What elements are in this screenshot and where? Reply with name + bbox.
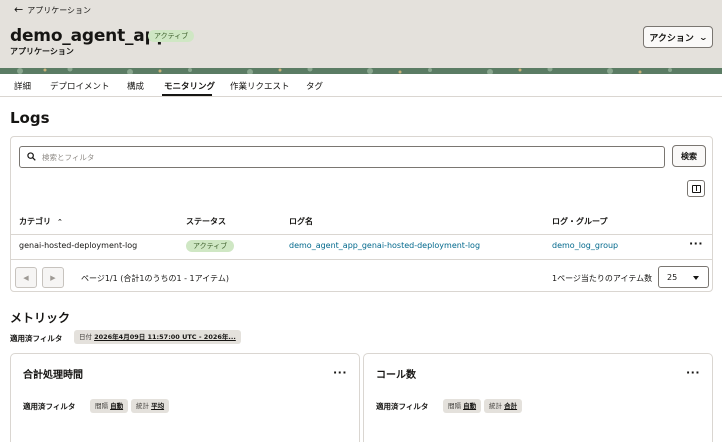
chip-key: 間隔 (448, 402, 461, 410)
logs-panel: 検索 カテゴリ ⌃ ステータス ログ名 ログ・グループ genai-hosted-… (10, 136, 713, 292)
next-page-button[interactable]: ▶ (42, 267, 64, 288)
previous-page-button[interactable]: ◀ (15, 267, 37, 288)
metrics-section-title: メトリック (10, 311, 71, 325)
chevron-right-icon: ▶ (50, 273, 56, 282)
log-group-link[interactable]: demo_log_group (552, 241, 618, 250)
columns-icon (692, 184, 701, 193)
status-badge: アクティブ (186, 240, 235, 252)
date-filter-key: 日付 (79, 333, 92, 341)
items-per-page-label: 1ページ当たりのアイテム数 (552, 274, 653, 283)
statistic-filter-chip[interactable]: 統計 合計 (484, 399, 523, 413)
items-per-page-select[interactable]: 25 (658, 266, 709, 288)
metric-card-title: 合計処理時間 (23, 370, 83, 381)
chevron-left-icon: ◀ (23, 273, 29, 282)
actions-menu-button[interactable]: アクション ⌄ (643, 26, 713, 48)
metric-card-total-processing-time: 合計処理時間 ··· 適用済フィルタ 間隔 自動 統計 平均 (10, 353, 360, 442)
chip-key: 統計 (489, 402, 502, 410)
tab-bar: 詳細 デプロイメント 構成 モニタリング 作業リクエスト タグ (0, 74, 722, 97)
search-filter-box[interactable] (19, 146, 665, 168)
manage-columns-button[interactable] (687, 180, 705, 197)
search-input[interactable] (42, 150, 652, 164)
column-header-category-label: カテゴリ (19, 217, 51, 226)
date-filter-chip[interactable]: 日付 2026年4月09日 11:57:00 UTC - 2026年... (74, 330, 241, 344)
logs-section-title: Logs (10, 109, 50, 127)
column-header-category[interactable]: カテゴリ ⌃ (19, 216, 63, 227)
tab-details[interactable]: 詳細 (14, 80, 31, 92)
column-header-status[interactable]: ステータス (186, 216, 226, 227)
chip-value: 自動 (463, 402, 477, 410)
applied-filters-label: 適用済フィルタ (10, 334, 63, 343)
column-header-log-group[interactable]: ログ・グループ (552, 216, 608, 227)
page-subtitle: アプリケーション (10, 47, 74, 56)
page-title: demo_agent_app (10, 26, 169, 46)
tab-monitoring[interactable]: モニタリング (164, 80, 215, 92)
items-per-page-value: 25 (667, 273, 678, 282)
page-header: ← アプリケーション demo_agent_app アクティブ アプリケーション… (0, 0, 722, 72)
table-footer-divider (11, 259, 712, 260)
back-link-label: アプリケーション (27, 5, 92, 15)
caret-down-icon (693, 276, 699, 280)
chip-key: 統計 (136, 402, 149, 410)
active-tab-indicator (162, 94, 212, 96)
metric-card-title: コール数 (376, 370, 416, 381)
date-filter-value: 2026年4月09日 11:57:00 UTC - 2026年... (94, 333, 236, 341)
chip-value: 自動 (110, 402, 124, 410)
back-to-applications-link[interactable]: ← アプリケーション (14, 4, 91, 16)
arrow-left-icon: ← (14, 3, 24, 16)
chip-value: 平均 (151, 402, 165, 410)
chip-key: 間隔 (95, 402, 108, 410)
search-button[interactable]: 検索 (672, 145, 706, 167)
tab-deployments[interactable]: デプロイメント (50, 80, 110, 92)
statistic-filter-chip[interactable]: 統計 平均 (131, 399, 170, 413)
actions-button-label: アクション (649, 33, 694, 44)
chevron-down-icon: ⌄ (698, 32, 708, 42)
status-badge: アクティブ (148, 30, 195, 42)
search-icon (27, 152, 36, 161)
tab-work-requests[interactable]: 作業リクエスト (230, 80, 290, 92)
interval-filter-chip[interactable]: 間隔 自動 (443, 399, 482, 413)
log-name-link[interactable]: demo_agent_app_genai-hosted-deployment-l… (289, 241, 480, 250)
pagination-status: ページ1/1 (合計1のうちの1 - 1アイテム) (81, 274, 229, 283)
chip-value: 合計 (504, 402, 518, 410)
cell-category: genai-hosted-deployment-log (19, 241, 138, 250)
interval-filter-chip[interactable]: 間隔 自動 (90, 399, 129, 413)
card-applied-filters-label: 適用済フィルタ (23, 402, 76, 411)
card-applied-filters-label: 適用済フィルタ (376, 402, 429, 411)
card-actions-icon[interactable]: ··· (333, 366, 347, 379)
sort-ascending-icon: ⌃ (57, 218, 63, 226)
tab-configuration[interactable]: 構成 (127, 80, 144, 92)
row-actions-icon[interactable]: ··· (689, 237, 703, 250)
table-header-divider (11, 234, 712, 235)
card-actions-icon[interactable]: ··· (686, 366, 700, 379)
tab-tags[interactable]: タグ (306, 80, 323, 92)
metric-card-call-count: コール数 ··· 適用済フィルタ 間隔 自動 統計 合計 (363, 353, 713, 442)
column-header-log-name[interactable]: ログ名 (289, 216, 313, 227)
